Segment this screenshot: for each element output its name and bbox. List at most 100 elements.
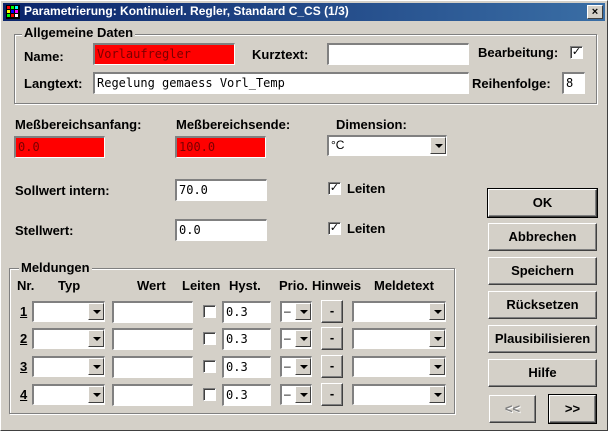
leiten-checkbox[interactable] bbox=[203, 332, 216, 345]
hinweis-button-label: - bbox=[329, 386, 335, 401]
meldetext-select[interactable] bbox=[352, 328, 446, 349]
chevron-down-icon[interactable] bbox=[295, 358, 311, 375]
langtext-field[interactable]: Regelung gemaess Vorl_Temp bbox=[93, 72, 469, 94]
hinweis-button-label: - bbox=[329, 330, 335, 345]
kurztext-label: Kurztext: bbox=[252, 47, 309, 62]
dimension-label: Dimension: bbox=[336, 117, 407, 132]
name-label: Name: bbox=[24, 49, 64, 64]
wert-field[interactable] bbox=[112, 328, 193, 350]
chevron-down-icon[interactable] bbox=[429, 386, 445, 403]
speichern-button-label: Speichern bbox=[511, 263, 574, 278]
wert-field[interactable] bbox=[112, 384, 193, 406]
row-number: 1 bbox=[20, 304, 28, 319]
hilfe-button-label: Hilfe bbox=[528, 365, 557, 380]
prio-value: – bbox=[284, 359, 291, 373]
name-field[interactable]: Vorlaufregler bbox=[93, 43, 235, 65]
chevron-down-icon[interactable] bbox=[88, 386, 104, 403]
chevron-down-icon[interactable] bbox=[429, 358, 445, 375]
messbereichsende-field[interactable]: 100.0 bbox=[175, 136, 266, 158]
hilfe-button[interactable]: Hilfe bbox=[488, 359, 597, 387]
sollwert-label: Sollwert intern: bbox=[15, 183, 110, 198]
chevron-down-icon[interactable] bbox=[430, 137, 446, 154]
prio-select[interactable]: – bbox=[280, 384, 312, 405]
wert-field[interactable] bbox=[112, 356, 193, 378]
leiten-checkbox[interactable] bbox=[203, 360, 216, 373]
stellwert-field[interactable]: 0.0 bbox=[175, 219, 267, 241]
row-number: 4 bbox=[20, 387, 28, 402]
sollwert-field[interactable]: 70.0 bbox=[175, 179, 267, 201]
hyst-field[interactable]: 0.3 bbox=[222, 328, 271, 350]
reihenfolge-field[interactable]: 8 bbox=[562, 72, 585, 94]
prio-value: – bbox=[284, 331, 291, 345]
row-number: 2 bbox=[20, 331, 28, 346]
header-hinweis: Hinweis bbox=[312, 278, 362, 293]
header-wert: Wert bbox=[137, 278, 166, 293]
next-page-label: >> bbox=[564, 401, 581, 416]
chevron-down-icon[interactable] bbox=[295, 303, 311, 320]
abbrechen-button[interactable]: Abbrechen bbox=[488, 223, 597, 251]
ruecksetzen-button[interactable]: Rücksetzen bbox=[488, 291, 597, 319]
stellwert-label: Stellwert: bbox=[15, 223, 74, 238]
leiten-checkbox[interactable] bbox=[203, 388, 216, 401]
prio-value: – bbox=[284, 387, 291, 401]
close-icon[interactable]: × bbox=[587, 5, 603, 19]
header-prio: Prio. bbox=[279, 278, 308, 293]
chevron-down-icon[interactable] bbox=[429, 303, 445, 320]
ruecksetzen-button-label: Rücksetzen bbox=[506, 297, 579, 312]
chevron-down-icon[interactable] bbox=[295, 386, 311, 403]
chevron-down-icon[interactable] bbox=[88, 358, 104, 375]
header-nr: Nr. bbox=[17, 278, 35, 293]
dimension-select[interactable]: °C bbox=[327, 135, 447, 156]
chevron-down-icon[interactable] bbox=[295, 330, 311, 347]
leiten-checkbox[interactable] bbox=[203, 305, 216, 318]
app-icon bbox=[6, 5, 20, 19]
ok-button[interactable]: OK bbox=[487, 188, 598, 218]
prio-select[interactable]: – bbox=[280, 356, 312, 377]
meldetext-select[interactable] bbox=[352, 356, 446, 377]
hinweis-button[interactable]: - bbox=[321, 300, 343, 323]
messbereichsanfang-field[interactable]: 0.0 bbox=[14, 136, 105, 158]
bearbeitung-checkbox[interactable]: ✓ bbox=[570, 46, 583, 59]
typ-select[interactable] bbox=[32, 301, 105, 322]
messbereichsanfang-label: Meßbereichsanfang: bbox=[15, 117, 142, 132]
header-hyst: Hyst. bbox=[229, 278, 261, 293]
hinweis-button[interactable]: - bbox=[321, 355, 343, 378]
meldetext-select[interactable] bbox=[352, 384, 446, 405]
prio-select[interactable]: – bbox=[280, 301, 312, 322]
hyst-field[interactable]: 0.3 bbox=[222, 356, 271, 378]
header-meldetext: Meldetext bbox=[374, 278, 434, 293]
sollwert-leiten-checkbox[interactable]: ✓ bbox=[328, 182, 341, 195]
prio-select[interactable]: – bbox=[280, 328, 312, 349]
speichern-button[interactable]: Speichern bbox=[488, 257, 597, 285]
typ-select[interactable] bbox=[32, 356, 105, 377]
prev-page-button[interactable]: << bbox=[489, 395, 536, 423]
bearbeitung-label: Bearbeitung: bbox=[478, 45, 559, 60]
wert-field[interactable] bbox=[112, 301, 193, 323]
title-bar[interactable]: Parametrierung: Kontinuierl. Regler, Sta… bbox=[3, 3, 605, 21]
hinweis-button-label: - bbox=[329, 358, 335, 373]
plausibilisieren-button[interactable]: Plausibilisieren bbox=[488, 325, 597, 353]
hyst-field[interactable]: 0.3 bbox=[222, 301, 271, 323]
stellwert-leiten-checkbox[interactable]: ✓ bbox=[328, 222, 341, 235]
reihenfolge-label: Reihenfolge: bbox=[472, 76, 551, 91]
header-leiten: Leiten bbox=[182, 278, 221, 293]
chevron-down-icon[interactable] bbox=[88, 303, 104, 320]
typ-select[interactable] bbox=[32, 328, 105, 349]
hinweis-button[interactable]: - bbox=[321, 383, 343, 406]
hinweis-button[interactable]: - bbox=[321, 327, 343, 350]
chevron-down-icon[interactable] bbox=[88, 330, 104, 347]
chevron-down-icon[interactable] bbox=[429, 330, 445, 347]
typ-select[interactable] bbox=[32, 384, 105, 405]
window-title: Parametrierung: Kontinuierl. Regler, Sta… bbox=[24, 4, 349, 18]
meldetext-select[interactable] bbox=[352, 301, 446, 322]
allgemeine-daten-legend: Allgemeine Daten bbox=[22, 25, 136, 40]
hyst-field[interactable]: 0.3 bbox=[222, 384, 271, 406]
header-typ: Typ bbox=[58, 278, 81, 293]
messbereichsende-label: Meßbereichsende: bbox=[176, 117, 291, 132]
meldungen-legend: Meldungen bbox=[19, 260, 92, 275]
langtext-label: Langtext: bbox=[24, 76, 83, 91]
next-page-button[interactable]: >> bbox=[548, 394, 597, 424]
hinweis-button-label: - bbox=[329, 303, 335, 318]
kurztext-field[interactable] bbox=[327, 43, 469, 65]
prev-page-label: << bbox=[504, 401, 521, 416]
